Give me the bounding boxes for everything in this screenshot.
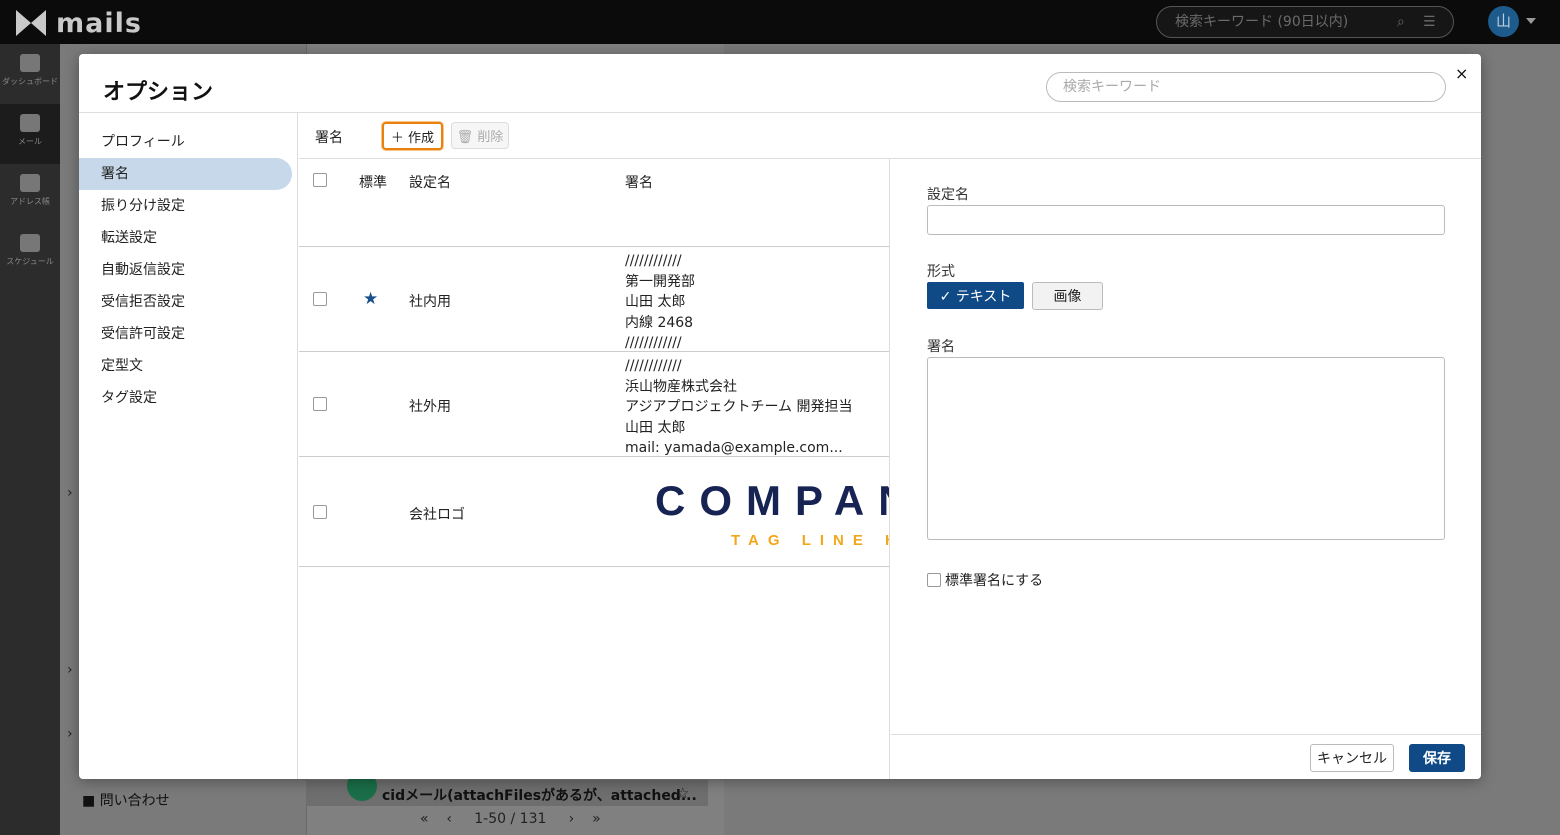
mail-subject[interactable]: cidメール(attachFilesがあるが、attached... [382,785,697,805]
sidebar-item-auto-reply[interactable]: 自動返信設定 [79,254,292,286]
mail-icon [20,114,40,132]
header-default: 標準 [359,175,387,191]
divider [299,456,889,457]
sidebar-item-tags[interactable]: タグ設定 [79,382,292,414]
sidebar-item-allow-list[interactable]: 受信許可設定 [79,318,292,350]
signature-table: 標準 設定名 署名 ★ 社内用 //////////// 第一開発部 山田 太郎… [299,159,890,779]
row-name[interactable]: 社外用 [409,396,451,416]
signature-line: 山田 太郎 [625,419,686,436]
signature-edit-form: 設定名 形式 ✓ テキスト 画像 署名 標準署名にする キャンセル 保存 [891,159,1481,779]
nav-dashboard-label: ダッシュボード [2,77,58,86]
search-icon[interactable]: ⌕ [1397,7,1405,37]
sidebar-item-templates[interactable]: 定型文 [79,350,292,382]
signature-line: 山田 太郎 [625,294,686,310]
default-signature-checkbox[interactable] [927,573,941,587]
nav-mail-label: メール [18,137,42,146]
filter-settings-icon[interactable]: ☰ [1423,7,1436,37]
user-avatar[interactable]: 山 [1488,6,1519,37]
next-page-icon[interactable]: › [569,811,575,827]
pager: « ‹ 1-50 / 131 › » [420,811,601,827]
app-logo[interactable]: mails [16,7,142,39]
select-all-checkbox[interactable] [313,173,327,187]
star-outline-icon[interactable]: ☆ [676,784,689,802]
format-image-button[interactable]: 画像 [1032,282,1103,310]
last-page-icon[interactable]: » [592,811,601,827]
nav-address-book-label: アドレス帳 [10,197,50,206]
pager-text: 1-50 / 131 [474,811,547,827]
modal-title: オプション [103,80,214,105]
divider [299,246,889,247]
star-filled-icon: ★ [363,289,379,309]
signature-field-label: 署名 [927,339,955,355]
row-checkbox[interactable] [313,397,327,411]
toolbar-section-label: 署名 [315,130,343,146]
sidebar-item-filter-rules[interactable]: 振り分け設定 [79,190,292,222]
logo-text: mails [56,7,142,39]
calendar-icon [20,234,40,252]
global-search-input[interactable]: 検索キーワード (90日以内) ⌕ ☰ [1156,6,1454,38]
sidebar-item-signature[interactable]: 署名 [79,158,292,190]
divider [299,566,889,567]
signature-line: //////////// [625,253,682,269]
sidebar-item-block-list[interactable]: 受信拒否設定 [79,286,292,318]
row-name[interactable]: 社内用 [409,291,451,311]
sidebar-item-forwarding[interactable]: 転送設定 [79,222,292,254]
options-sidebar: プロフィール 署名 振り分け設定 転送設定 自動返信設定 受信拒否設定 受信許可… [79,113,298,779]
first-page-icon[interactable]: « [420,811,429,827]
options-modal: オプション × プロフィール 署名 振り分け設定 転送設定 自動返信設定 受信拒… [79,54,1481,779]
nav-mail[interactable]: メール [0,104,60,164]
chevron-right-icon[interactable]: › [67,485,73,501]
chevron-right-icon[interactable]: › [67,662,73,678]
prev-page-icon[interactable]: ‹ [446,811,452,827]
signature-line: 第一開発部 [625,273,695,290]
row-checkbox[interactable] [313,292,327,306]
company-logo-tagline: TAG LINE HERE [731,532,889,549]
nav-schedule-label: スケジュール [6,257,54,266]
signature-line: //////////// [625,358,682,374]
row-signature-preview[interactable]: //////////// 浜山物産株式会社 アジアプロジェクトチーム 開発担当 … [625,356,852,459]
divider [299,351,889,352]
trash-icon: 🗑 [456,130,474,145]
logo-mark-icon [16,10,46,36]
modal-search-input[interactable] [1046,72,1446,102]
chevron-right-icon[interactable]: › [67,726,73,742]
close-icon[interactable]: × [1455,64,1468,83]
delete-button[interactable]: 🗑 削除 [451,122,509,149]
sidebar-item-profile[interactable]: プロフィール [79,126,292,158]
default-signature-label: 標準署名にする [945,573,1044,589]
signature-line: 浜山物産株式会社 [625,378,737,395]
default-signature-option[interactable]: 標準署名にする [927,570,1043,590]
address-book-icon [20,174,40,192]
user-menu-caret-icon[interactable] [1526,18,1536,24]
nav-schedule[interactable]: スケジュール [0,224,60,284]
row-checkbox[interactable] [313,505,327,519]
folder-inquiry-label: 問い合わせ [99,793,170,809]
left-nav: ダッシュボード メール アドレス帳 スケジュール [0,44,60,835]
nav-dashboard[interactable]: ダッシュボード [0,44,60,104]
dashboard-icon [20,54,40,72]
divider [891,734,1481,735]
row-signature-preview[interactable]: //////////// 第一開発部 山田 太郎 内線 2468 ///////… [625,251,695,354]
format-label: 形式 [927,264,955,280]
header-name: 設定名 [409,175,451,191]
cancel-button[interactable]: キャンセル [1310,744,1394,772]
global-search-placeholder: 検索キーワード (90日以内) [1175,14,1349,30]
create-button[interactable]: ＋ 作成 [382,122,443,150]
company-logo-image-text: COMPANY [655,477,889,524]
row-name[interactable]: 会社ロゴ [409,504,465,524]
header-signature: 署名 [625,175,653,191]
signature-line: 内線 2468 [625,314,694,331]
nav-address-book[interactable]: アドレス帳 [0,164,60,224]
name-field[interactable] [927,205,1445,235]
signature-textarea[interactable] [927,357,1445,540]
top-bar: mails 検索キーワード (90日以内) ⌕ ☰ 山 [0,0,1560,44]
name-field-label: 設定名 [927,187,969,203]
signature-line: アジアプロジェクトチーム 開発担当 [625,399,853,415]
format-text-button[interactable]: ✓ テキスト [927,282,1024,309]
save-button[interactable]: 保存 [1409,744,1465,772]
folder-inquiry[interactable]: ■ 問い合わせ [82,790,170,810]
delete-button-label: 削除 [477,130,504,145]
